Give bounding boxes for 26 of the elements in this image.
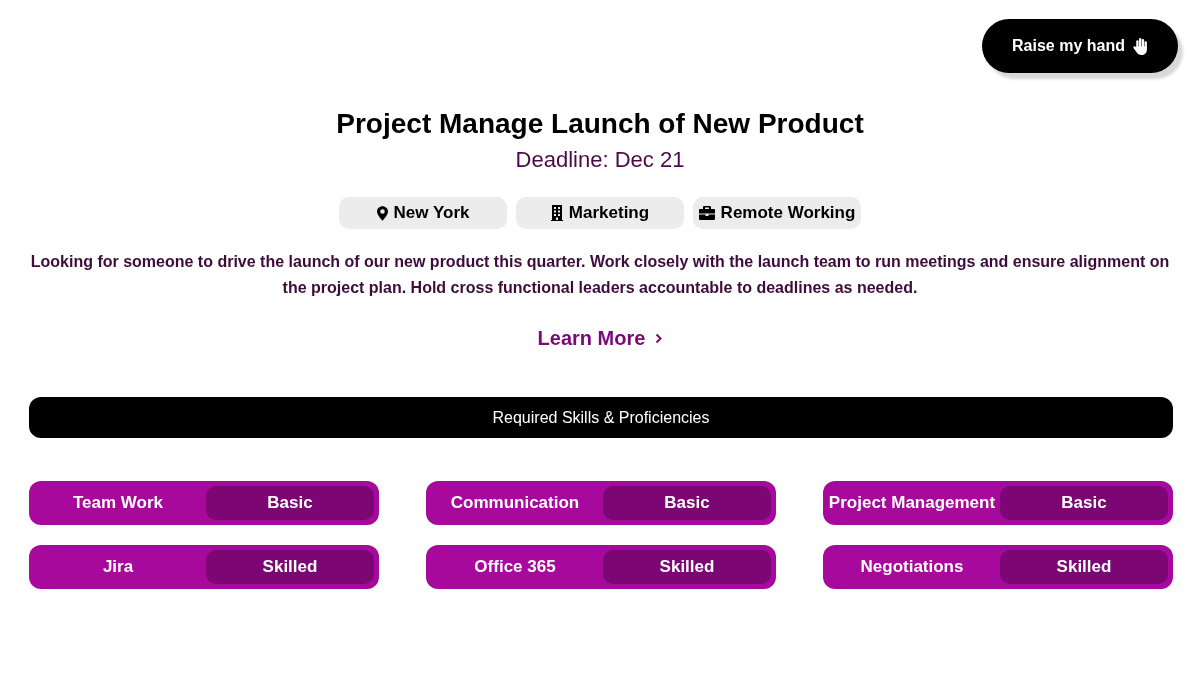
skill-level: Basic xyxy=(206,486,374,520)
tag: Marketing xyxy=(516,197,684,229)
raise-hand-button[interactable]: Raise my hand xyxy=(982,19,1178,73)
skill-name: Negotiations xyxy=(859,556,965,578)
job-description: Looking for someone to drive the launch of our new product this quarter. Work closely with the launch team to run meetings and ensure alignment on the project plan. Hold cross functional leaders accountable to deadlines as needed. xyxy=(29,252,1171,298)
skill-name: Team Work xyxy=(71,492,165,514)
chevron-right-icon xyxy=(655,333,663,344)
skill-name: Communication xyxy=(449,492,581,514)
building-icon xyxy=(550,205,563,221)
hand-icon xyxy=(1132,37,1148,55)
deadline-text: Deadline: Dec 21 xyxy=(515,147,685,173)
tag: Remote Working xyxy=(693,197,861,229)
skill-level: Skilled xyxy=(1000,550,1168,584)
learn-more-link[interactable]: Learn More xyxy=(537,327,663,350)
skill-level: Basic xyxy=(603,486,771,520)
skill-name: Project Management xyxy=(828,492,996,514)
map-pin-icon xyxy=(376,205,388,221)
skill-level: Basic xyxy=(1000,486,1168,520)
skill-name: Jira xyxy=(101,556,135,578)
skill-level: Skilled xyxy=(603,550,771,584)
skill-level: Skilled xyxy=(206,550,374,584)
briefcase-icon xyxy=(698,206,715,220)
tag: New York xyxy=(339,197,507,229)
job-title: Project Manage Launch of New Product xyxy=(336,107,864,141)
skills-heading: Required Skills & Proficiencies xyxy=(492,408,710,427)
skill-name: Office 365 xyxy=(473,556,557,578)
